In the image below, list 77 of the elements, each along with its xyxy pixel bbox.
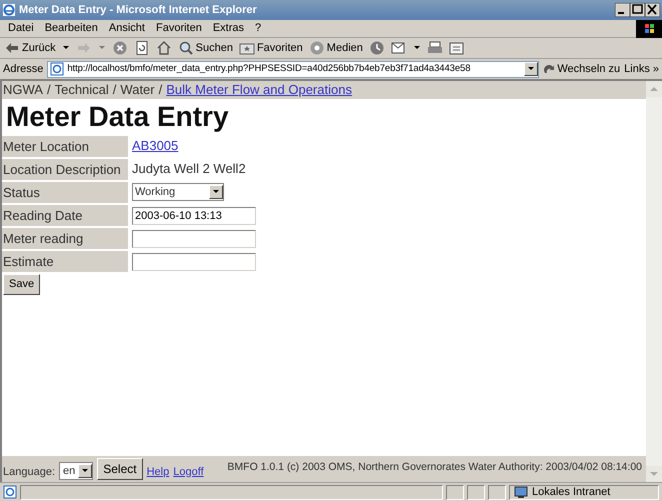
edit-icon [448,40,465,56]
breadcrumb-item: / [158,82,162,97]
caret-icon[interactable] [212,188,220,196]
links-button[interactable]: Links » [624,60,659,78]
language-select[interactable]: en [59,462,94,480]
menu-item[interactable]: Favoriten [156,20,202,37]
breadcrumb-item: / [112,82,116,97]
menu-item[interactable]: ? [255,20,262,37]
toolbar-button[interactable] [156,40,172,56]
caret-icon[interactable] [527,65,536,73]
toolbar-button[interactable]: Zurück [4,40,70,56]
select-button[interactable]: Select [97,458,143,480]
field-label: Meter Location [2,136,128,156]
language-label: Language: [3,464,55,480]
go-button[interactable]: Wechseln zu [543,60,620,78]
menu-item[interactable]: Bearbeiten [44,20,98,37]
address-label: Adresse [3,62,44,77]
maximize-icon[interactable] [630,3,645,17]
breadcrumb-item: / [46,82,51,97]
address-field[interactable]: http://localhost/bmfo/meter_data_entry.php?PHPSESSID=a40d256bb7b4eb7eb3f71ad4a3443e58 [47,60,540,78]
toolbar-button[interactable]: Medien [308,40,363,56]
field-label: Meter reading [2,228,128,248]
search-icon [178,40,194,56]
toolbar-button[interactable] [134,40,150,56]
breadcrumb-item: NGWA [3,82,43,97]
toolbar-button[interactable] [390,40,421,56]
caret-icon[interactable] [81,467,90,475]
field-label: Location Description [2,158,128,180]
footer-link[interactable]: Logoff [173,464,204,480]
windows-logo-icon [636,20,662,38]
status-panel [446,484,464,500]
page-heading: Meter Data Entry [6,101,230,133]
field-label: Status [2,182,128,202]
go-arrow-icon [543,63,556,75]
page-icon [3,485,17,499]
browser-logo-icon [2,3,16,17]
media-icon [308,40,325,56]
close-icon[interactable] [645,3,660,17]
breadcrumb-link[interactable]: Bulk Meter Flow and Operations [166,82,352,97]
menu-item[interactable]: Datei [8,20,34,37]
input-field[interactable] [132,230,256,248]
input-field[interactable] [132,253,256,271]
breadcrumb-item: Technical [54,82,109,97]
menu-item[interactable]: Extras [212,20,244,37]
caret-icon[interactable] [412,44,421,52]
history-icon [368,40,385,56]
breadcrumb-item: Water [120,82,155,97]
minimize-icon[interactable] [615,3,630,17]
menu-item[interactable]: Ansicht [108,20,145,37]
toolbar-button[interactable] [448,40,465,56]
status-panel [467,484,485,500]
footer-link[interactable]: Help [146,464,170,480]
toolbar-button[interactable] [112,40,128,56]
toolbar-button[interactable] [426,40,443,56]
toolbar-button[interactable]: Favoriten [238,40,303,56]
printer-icon [426,40,443,56]
mail-icon [390,40,407,56]
status-select[interactable]: Working [132,183,224,201]
refresh-icon [134,40,150,56]
field-label: Estimate [2,250,128,272]
meter-location-link[interactable]: AB3005 [132,138,178,154]
field-value: Judyta Well 2 Well2 [132,161,246,176]
window-title: Meter Data Entry - Microsoft Internet Explorer [19,2,257,18]
input-field[interactable]: 2003-06-10 13:13 [132,207,256,225]
field-label: Reading Date [2,204,128,226]
page-icon [50,62,64,76]
toolbar-button[interactable]: Suchen [178,40,233,56]
intranet-icon [514,485,528,499]
save-button[interactable]: Save [3,274,40,294]
forward-arrow-icon [76,40,92,56]
home-icon [156,40,172,56]
caret-icon[interactable] [62,44,70,52]
toolbar-button[interactable] [368,40,385,56]
security-zone: Lokales Intranet [532,484,610,500]
status-panel [488,484,506,500]
stop-icon [112,40,128,56]
copyright-text: BMFO 1.0.1 (c) 2003 OMS, Northern Governorates Water Authority: 2003/04/02 08:14:00 [227,460,642,476]
